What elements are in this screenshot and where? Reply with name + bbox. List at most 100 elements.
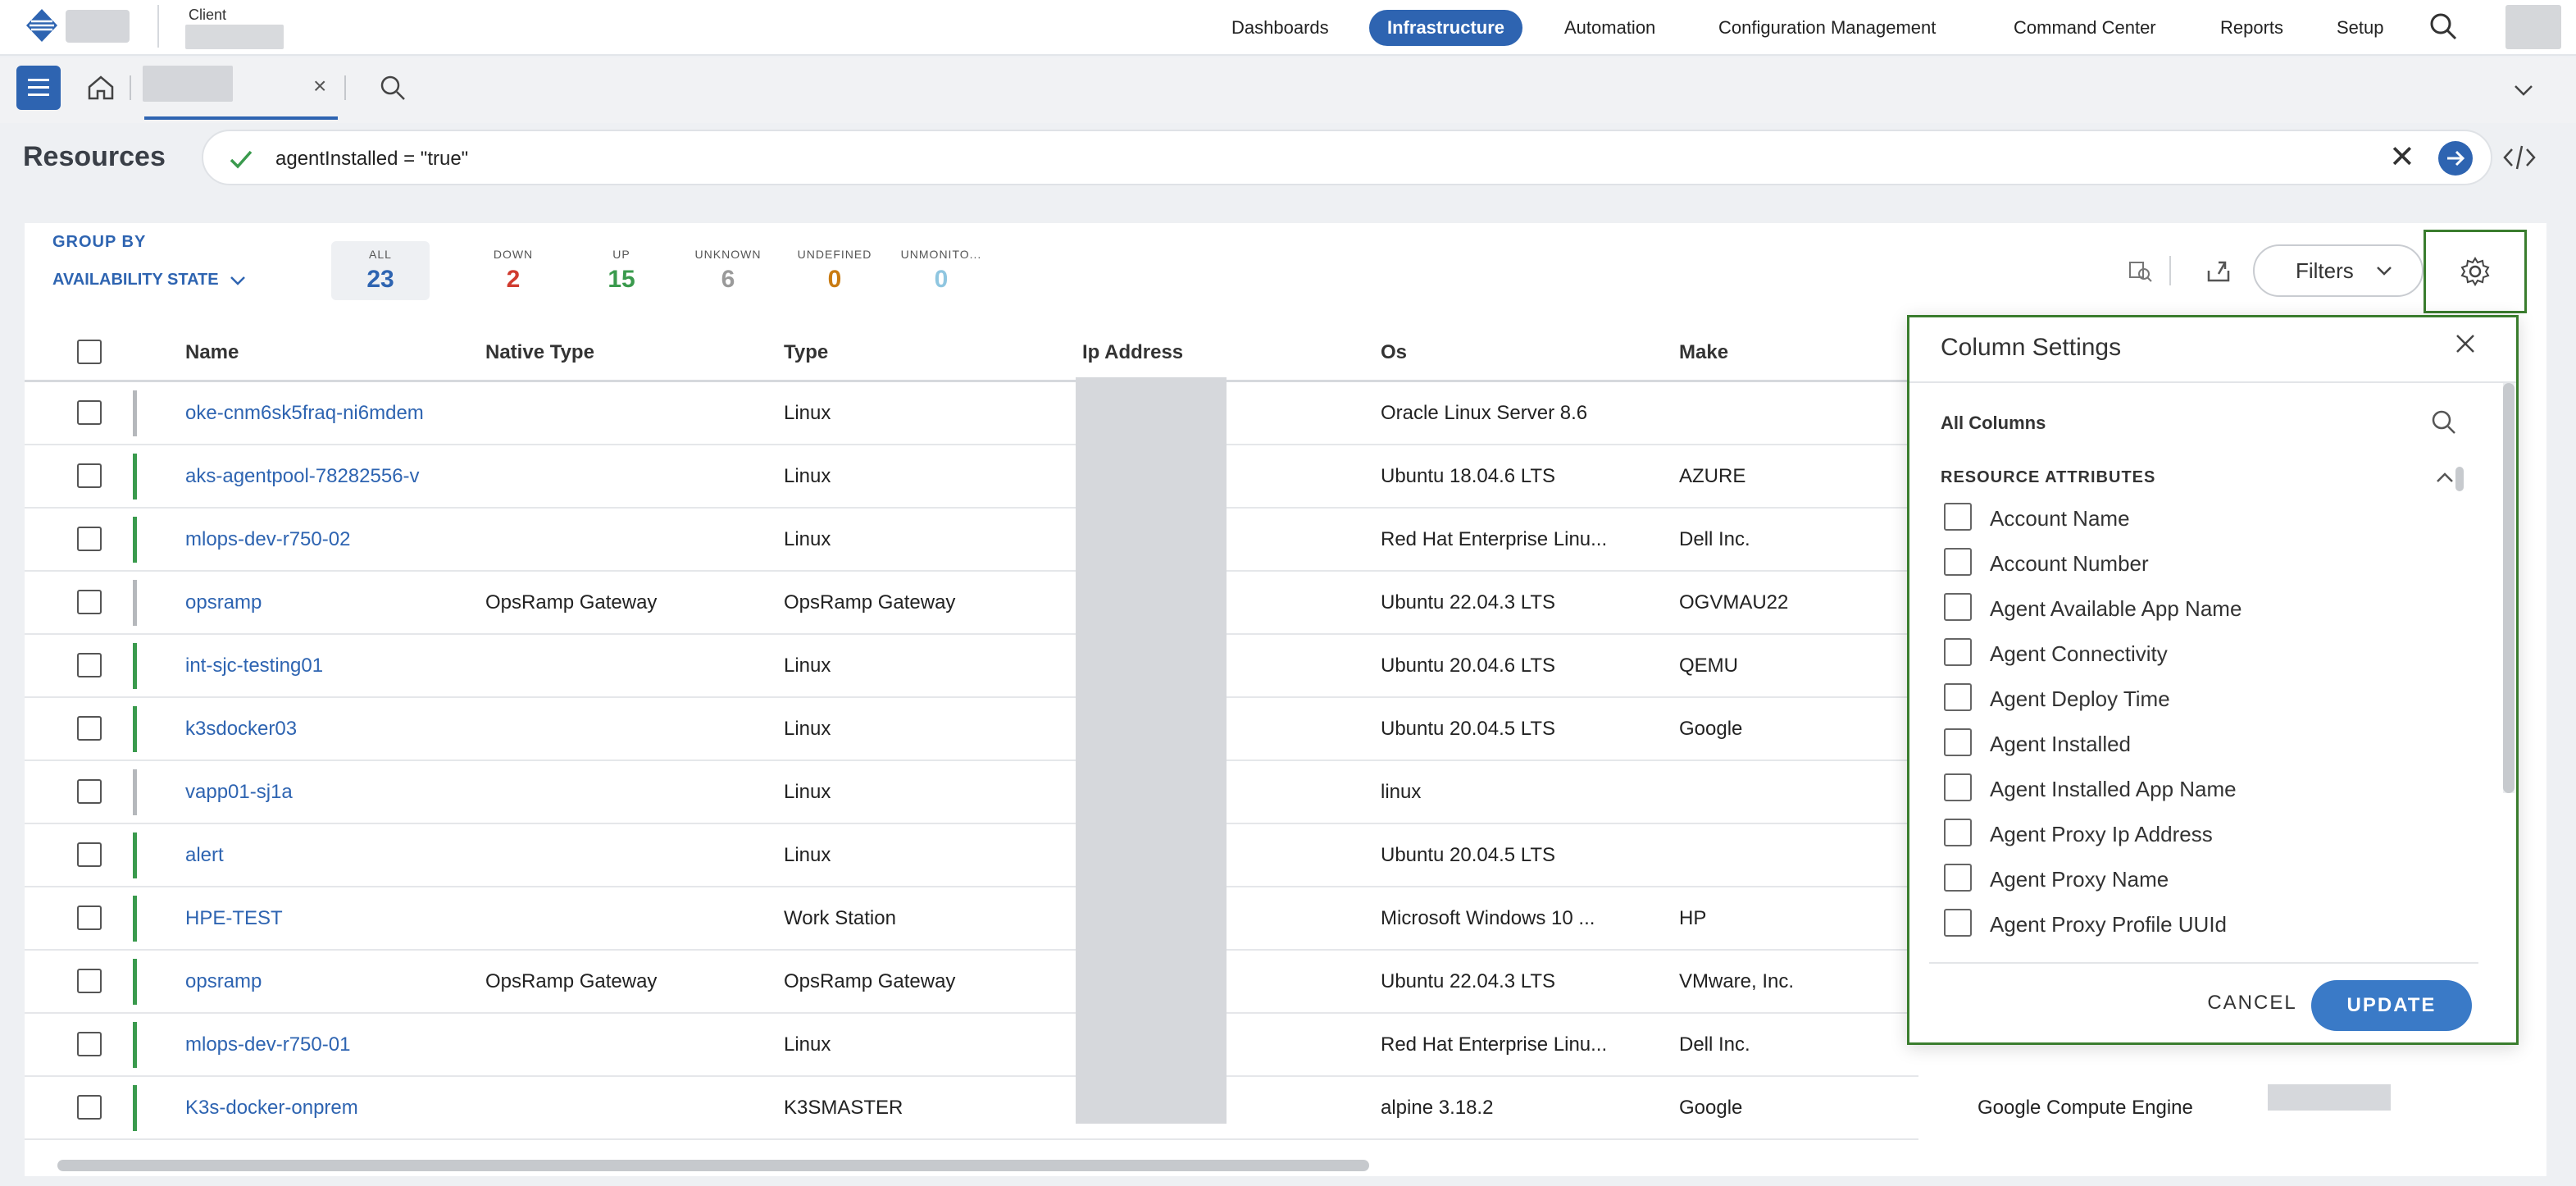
table-row[interactable]: alert Linux Ubuntu 20.04.5 LTS <box>25 824 1918 887</box>
resource-name-link[interactable]: aks-agentpool-78282556-v <box>185 465 420 488</box>
option-checkbox[interactable] <box>1944 819 1972 846</box>
search-icon[interactable] <box>377 72 408 103</box>
close-tab-icon[interactable]: × <box>313 72 326 100</box>
column-header-name[interactable]: Name <box>185 341 239 364</box>
nav-automation[interactable]: Automation <box>1564 10 1655 46</box>
group-by-dropdown[interactable]: AVAILABILITY STATE <box>52 271 248 290</box>
app-logo-icon[interactable] <box>23 7 61 44</box>
column-header-os[interactable]: Os <box>1381 341 1407 364</box>
code-view-icon[interactable] <box>2501 139 2538 176</box>
close-icon[interactable] <box>2447 326 2483 362</box>
table-row[interactable]: K3s-docker-onprem K3SMASTER alpine 3.18.2 G… <box>25 1077 2193 1140</box>
table-row[interactable]: aks-agentpool-78282556-v Linux Ubuntu 18.0… <box>25 445 1918 509</box>
counter-all[interactable]: ALL 23 <box>331 241 430 300</box>
tab-resources-redacted[interactable] <box>143 66 233 102</box>
table-row[interactable]: k3sdocker03 Linux Ubuntu 20.04.5 LTS Google <box>25 698 1918 761</box>
table-row[interactable]: vapp01-sj1a Linux linux <box>25 761 1918 824</box>
resource-name-link[interactable]: mlops-dev-r750-01 <box>185 1033 350 1056</box>
column-header-ip-address[interactable]: Ip Address <box>1082 341 1183 364</box>
nav-setup[interactable]: Setup <box>2337 10 2384 46</box>
select-all-checkbox[interactable] <box>77 340 102 364</box>
column-settings-button[interactable] <box>2424 230 2527 313</box>
resource-name-link[interactable]: K3s-docker-onprem <box>185 1097 358 1120</box>
option-checkbox[interactable] <box>1944 593 1972 621</box>
row-checkbox[interactable] <box>77 463 102 488</box>
counter-down[interactable]: DOWN 2 <box>464 241 562 300</box>
option-checkbox[interactable] <box>1944 683 1972 711</box>
dialog-scrollbar[interactable] <box>2503 383 2515 793</box>
nav-configuration-management[interactable]: Configuration Management <box>1718 10 1936 46</box>
row-checkbox[interactable] <box>77 716 102 741</box>
option-label: Agent Proxy Profile UUId <box>1990 912 2228 937</box>
chevron-up-icon[interactable] <box>2431 465 2459 490</box>
option-checkbox[interactable] <box>1944 909 1972 937</box>
clear-query-icon[interactable]: ✕ <box>2389 141 2415 174</box>
table-row[interactable]: oke-cnm6sk5fraq-ni6mdem Linux Oracle Linux… <box>25 382 1918 445</box>
column-header-native-type[interactable]: Native Type <box>485 341 594 364</box>
row-checkbox[interactable] <box>77 1032 102 1056</box>
update-button[interactable]: UPDATE <box>2311 980 2472 1031</box>
row-checkbox[interactable] <box>77 905 102 930</box>
nav-command-center[interactable]: Command Center <box>2014 10 2156 46</box>
counter-up[interactable]: UP 15 <box>572 241 671 300</box>
counter-unmonitored[interactable]: UNMONITO... 0 <box>892 241 990 300</box>
column-header-type[interactable]: Type <box>784 341 828 364</box>
row-checkbox[interactable] <box>77 779 102 804</box>
client-selector[interactable] <box>185 25 284 49</box>
table-row[interactable]: HPE-TEST Work Station Microsoft Windows 10… <box>25 887 1918 951</box>
row-checkbox[interactable] <box>77 653 102 677</box>
table-row[interactable]: opsramp OpsRamp Gateway OpsRamp Gateway Ubu… <box>25 951 1918 1014</box>
counter-unknown[interactable]: UNKNOWN 6 <box>679 241 777 300</box>
row-checkbox[interactable] <box>77 400 102 425</box>
run-query-button[interactable] <box>2438 141 2473 176</box>
row-checkbox[interactable] <box>77 969 102 993</box>
cancel-button[interactable]: CANCEL <box>2170 980 2334 1026</box>
export-icon[interactable] <box>2202 254 2235 287</box>
home-icon[interactable] <box>85 72 116 103</box>
option-checkbox[interactable] <box>1944 773 1972 801</box>
nav-reports[interactable]: Reports <box>2220 10 2283 46</box>
resource-name-link[interactable]: oke-cnm6sk5fraq-ni6mdem <box>185 402 424 425</box>
option-checkbox[interactable] <box>1944 548 1972 576</box>
option-checkbox[interactable] <box>1944 864 1972 892</box>
status-indicator <box>133 769 137 815</box>
page-title: Resources <box>23 141 166 172</box>
row-checkbox[interactable] <box>77 1095 102 1120</box>
option-label: Agent Installed <box>1990 732 2132 756</box>
query-text[interactable]: agentInstalled = "true" <box>275 148 468 171</box>
search-icon[interactable] <box>2427 10 2460 43</box>
nav-dashboards[interactable]: Dashboards <box>1231 10 1329 46</box>
nav-infrastructure[interactable]: Infrastructure <box>1369 10 1523 46</box>
org-logo-redacted <box>66 10 130 43</box>
resource-name-link[interactable]: opsramp <box>185 970 262 993</box>
list-scrollbar[interactable] <box>2455 467 2464 491</box>
column-search-icon[interactable] <box>2123 254 2156 287</box>
column-header-make[interactable]: Make <box>1679 341 1728 364</box>
table-row[interactable]: int-sjc-testing01 Linux Ubuntu 20.04.6 LTS… <box>25 635 1918 698</box>
resource-name-link[interactable]: opsramp <box>185 591 262 614</box>
resource-name-link[interactable]: int-sjc-testing01 <box>185 655 323 677</box>
user-avatar[interactable] <box>2505 5 2561 49</box>
row-checkbox[interactable] <box>77 842 102 867</box>
resource-name-link[interactable]: HPE-TEST <box>185 907 283 930</box>
counter-undefined[interactable]: UNDEFINED 0 <box>785 241 884 300</box>
horizontal-scrollbar[interactable] <box>57 1160 1369 1171</box>
row-checkbox[interactable] <box>77 527 102 551</box>
option-checkbox[interactable] <box>1944 503 1972 531</box>
option-checkbox[interactable] <box>1944 728 1972 756</box>
row-checkbox[interactable] <box>77 590 102 614</box>
filters-button[interactable]: Filters <box>2253 244 2424 297</box>
chevron-down-icon[interactable] <box>2509 75 2538 105</box>
resource-name-link[interactable]: alert <box>185 844 224 867</box>
table-row[interactable]: mlops-dev-r750-01 Linux Red Hat Enterprise… <box>25 1014 1918 1077</box>
table-row[interactable]: mlops-dev-r750-02 Linux Red Hat Enterprise… <box>25 509 1918 572</box>
table-row[interactable]: opsramp OpsRamp Gateway OpsRamp Gateway Ubu… <box>25 572 1918 635</box>
search-icon[interactable] <box>2428 406 2460 439</box>
option-checkbox[interactable] <box>1944 638 1972 666</box>
menu-button[interactable] <box>16 66 61 110</box>
resource-name-link[interactable]: k3sdocker03 <box>185 718 297 741</box>
top-navigation: Client Dashboards Infrastructure Automat… <box>0 0 2576 56</box>
resource-name-link[interactable]: vapp01-sj1a <box>185 781 293 804</box>
query-input[interactable]: agentInstalled = "true" ✕ <box>202 130 2492 185</box>
resource-name-link[interactable]: mlops-dev-r750-02 <box>185 528 350 551</box>
